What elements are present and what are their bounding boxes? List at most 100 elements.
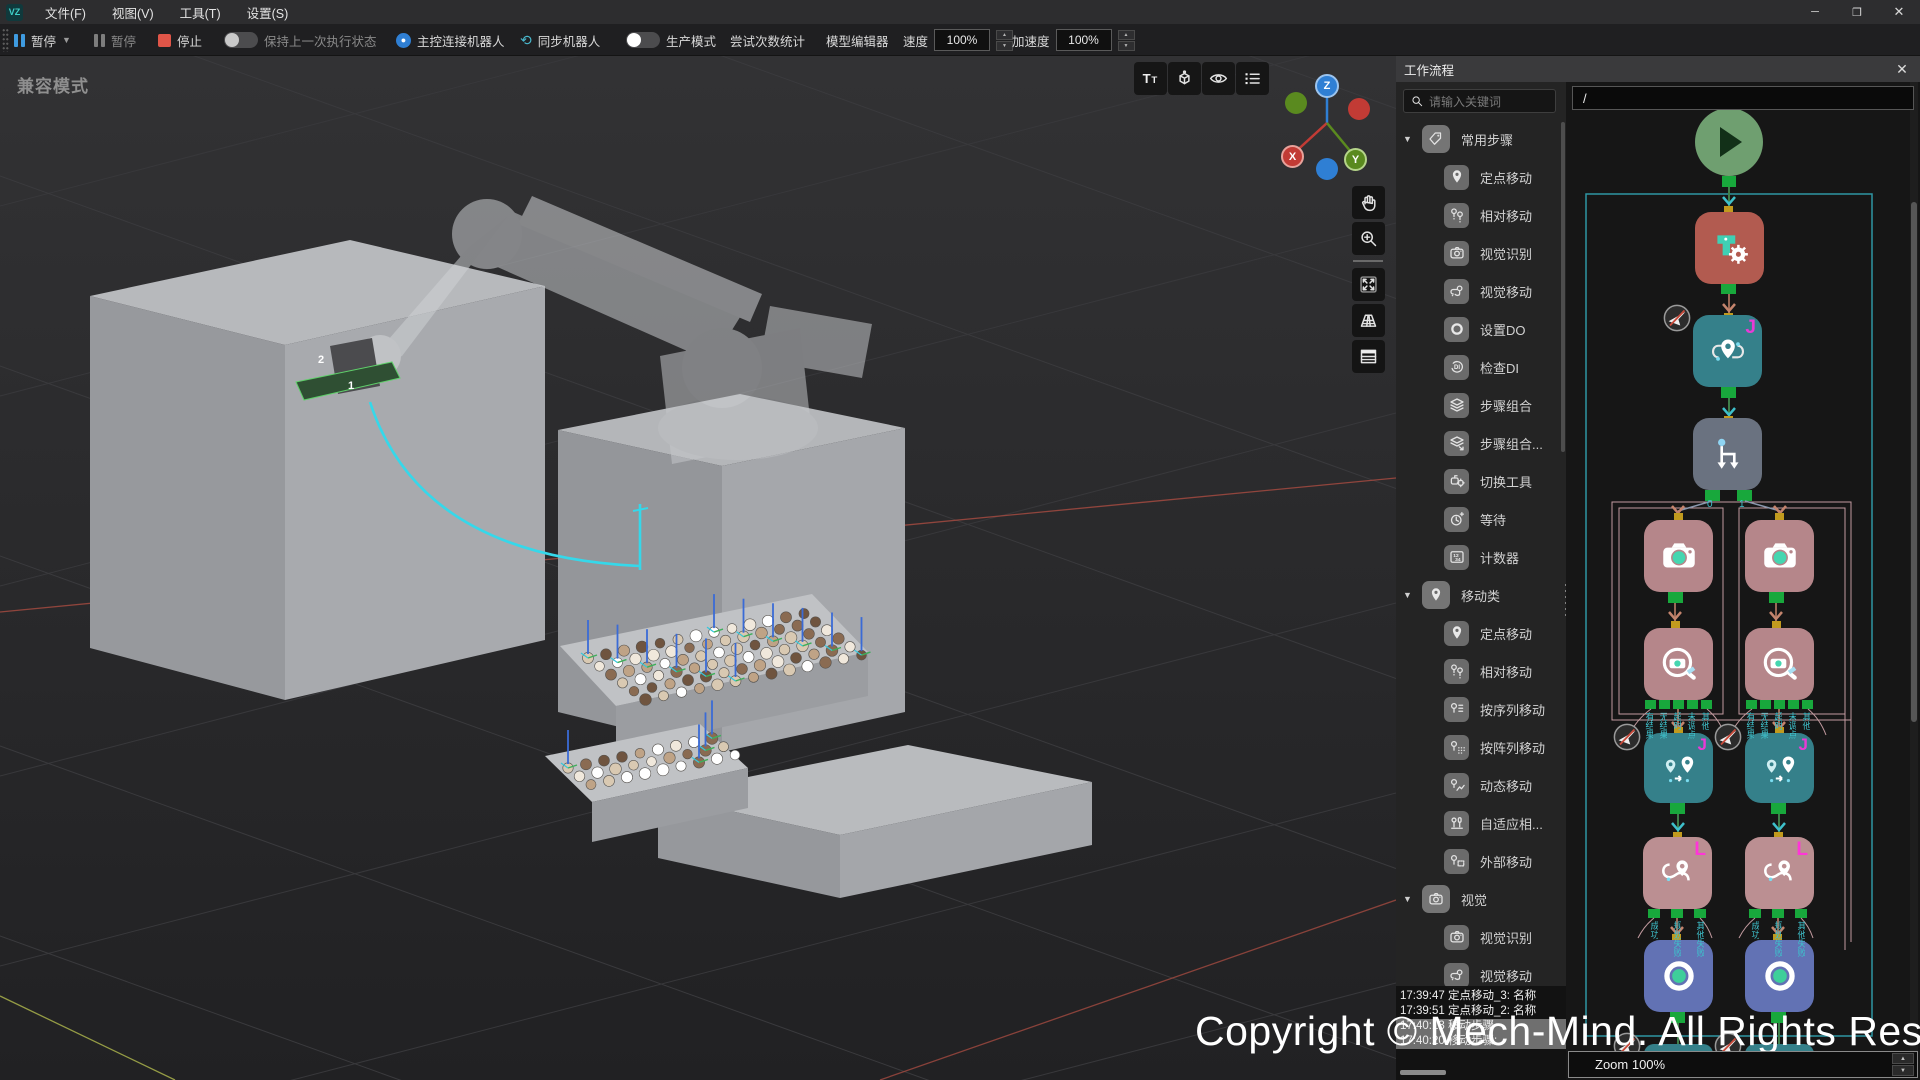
pin-list-icon: [1444, 697, 1469, 722]
start-node[interactable]: [1695, 108, 1763, 176]
check-vision-node[interactable]: [1644, 628, 1713, 700]
zoom-in-button[interactable]: [1352, 222, 1385, 255]
step-list-scrollbar[interactable]: [1561, 122, 1565, 452]
sync-robot-button[interactable]: ⟲ 同步机器人: [520, 24, 600, 56]
scene-list-button[interactable]: [1352, 340, 1385, 373]
step-item[interactable]: 动态移动: [1396, 766, 1566, 804]
menu-item-3[interactable]: 设置(S): [237, 0, 299, 25]
toggle-off-icon[interactable]: [224, 32, 258, 48]
step-item[interactable]: 切换工具: [1396, 462, 1566, 500]
log-scrollbar[interactable]: [1400, 1070, 1446, 1075]
close-panel-button[interactable]: ✕: [1892, 61, 1912, 78]
accel-up-button[interactable]: ▲: [1118, 30, 1135, 40]
step-item-label: 步骤组合...: [1480, 434, 1543, 453]
step-item[interactable]: 计数器: [1396, 538, 1566, 576]
minimize-button[interactable]: ─: [1794, 0, 1836, 24]
pause-button[interactable]: 暂停 ▼: [14, 24, 71, 56]
text-display-button[interactable]: [1134, 62, 1167, 95]
axis-z-ball[interactable]: Z: [1315, 74, 1339, 98]
collapse-caret-icon[interactable]: ▼: [1403, 590, 1413, 600]
vision-move-node[interactable]: L: [1745, 837, 1814, 909]
production-mode-toggle[interactable]: 生产模式: [626, 24, 716, 56]
visibility-button[interactable]: [1202, 62, 1235, 95]
menu-item-2[interactable]: 工具(T): [170, 0, 231, 25]
speed-value-input[interactable]: 100%: [934, 29, 990, 51]
right-panel: 工作流程 ✕ 请输入关键词 ▼常用步骤定点移动相对移动视觉识别视觉移动设置DO检…: [1396, 56, 1920, 1080]
orientation-gizmo[interactable]: Z X Y: [1272, 70, 1384, 182]
step-item-label: 视觉识别: [1480, 244, 1532, 263]
fixed-move-node[interactable]: J: [1693, 315, 1762, 387]
pin-arrow-pin-icon: [1759, 747, 1801, 789]
axis-neg-z-ball[interactable]: [1316, 158, 1338, 180]
set-tool-node[interactable]: [1695, 212, 1764, 284]
vision-move-node[interactable]: L: [1643, 837, 1712, 909]
tool-icon: [1448, 472, 1466, 490]
collapse-caret-icon[interactable]: ▼: [1403, 134, 1413, 144]
step-group-0[interactable]: ▼常用步骤: [1396, 120, 1566, 158]
step-item[interactable]: 相对移动: [1396, 652, 1566, 690]
step-group-1[interactable]: ▼移动类: [1396, 576, 1566, 614]
pause-secondary-button[interactable]: 暂停: [94, 24, 136, 56]
step-item[interactable]: 相对移动: [1396, 196, 1566, 234]
axis-neg-x-ball[interactable]: [1348, 98, 1370, 120]
flowchart-panel[interactable]: /: [1566, 82, 1920, 1080]
flow-scrollbar[interactable]: [1911, 202, 1917, 722]
speed-up-button[interactable]: ▲: [996, 30, 1013, 40]
ground-grid-button[interactable]: [1352, 304, 1385, 337]
check-vision-node[interactable]: [1745, 628, 1814, 700]
close-window-button[interactable]: ✕: [1878, 0, 1920, 24]
attempt-stats-button[interactable]: 尝试次数统计: [730, 24, 805, 56]
collapse-caret-icon[interactable]: ▼: [1403, 894, 1413, 904]
port-label: 规划失败: [1773, 921, 1782, 957]
step-item[interactable]: 设置DO: [1396, 310, 1566, 348]
pan-button[interactable]: [1352, 186, 1385, 219]
step-item[interactable]: 视觉识别: [1396, 234, 1566, 272]
accel-value-input[interactable]: 100%: [1056, 29, 1112, 51]
keep-state-toggle[interactable]: 保持上一次执行状态: [224, 24, 377, 56]
relative-move-node[interactable]: J: [1745, 733, 1814, 803]
toggle-off-icon[interactable]: [626, 32, 660, 48]
toolbar-grip[interactable]: [2, 28, 9, 52]
display-list-button[interactable]: [1236, 62, 1269, 95]
step-search-input[interactable]: 请输入关键词: [1403, 89, 1556, 113]
step-item[interactable]: 步骤组合: [1396, 386, 1566, 424]
accel-down-button[interactable]: ▼: [1118, 41, 1135, 51]
stop-button[interactable]: 停止: [158, 24, 202, 56]
model-editor-button[interactable]: 模型编辑器: [826, 24, 889, 56]
zoom-out-button[interactable]: ▼: [1892, 1065, 1914, 1076]
vision-recognize-node[interactable]: [1745, 520, 1814, 592]
step-item[interactable]: 自适应相...: [1396, 804, 1566, 842]
axis-x-ball[interactable]: X: [1281, 145, 1304, 168]
axis-neg-y-ball[interactable]: [1285, 92, 1307, 114]
menu-item-0[interactable]: 文件(F): [35, 0, 96, 25]
step-item[interactable]: 视觉识别: [1396, 918, 1566, 956]
step-item[interactable]: 步骤组合...: [1396, 424, 1566, 462]
relative-move-node[interactable]: J: [1644, 733, 1713, 803]
frame-display-button[interactable]: [1168, 62, 1201, 95]
camera-icon: [1448, 244, 1466, 262]
chevron-down-icon[interactable]: ▼: [62, 35, 71, 45]
speed-down-button[interactable]: ▼: [996, 41, 1013, 51]
step-item[interactable]: 外部移动: [1396, 842, 1566, 880]
step-item[interactable]: 按阵列移动: [1396, 728, 1566, 766]
3d-viewport[interactable]: 兼容模式 Z X Y 2 1 ?: [0, 56, 1396, 1080]
step-item[interactable]: 按序列移动: [1396, 690, 1566, 728]
step-item[interactable]: 定点移动: [1396, 158, 1566, 196]
step-item[interactable]: 检查DI: [1396, 348, 1566, 386]
branch-node[interactable]: [1693, 418, 1762, 490]
step-item[interactable]: 等待: [1396, 500, 1566, 538]
step-item[interactable]: 定点移动: [1396, 614, 1566, 652]
step-group-2[interactable]: ▼视觉: [1396, 880, 1566, 918]
3d-scene[interactable]: [0, 56, 1396, 1080]
flow-breadcrumb[interactable]: /: [1572, 86, 1914, 110]
maximize-button[interactable]: ❐: [1836, 0, 1878, 24]
step-item-label: 按序列移动: [1480, 700, 1545, 719]
fit-view-button[interactable]: [1352, 268, 1385, 301]
step-item[interactable]: 视觉移动: [1396, 272, 1566, 310]
master-connect-button[interactable]: ● 主控连接机器人: [396, 24, 505, 56]
menu-item-1[interactable]: 视图(V): [102, 0, 164, 25]
axis-y-ball[interactable]: Y: [1344, 148, 1367, 171]
fit-view-icon: [1358, 274, 1379, 295]
zoom-in-button[interactable]: ▲: [1892, 1053, 1914, 1064]
vision-recognize-node[interactable]: [1644, 520, 1713, 592]
